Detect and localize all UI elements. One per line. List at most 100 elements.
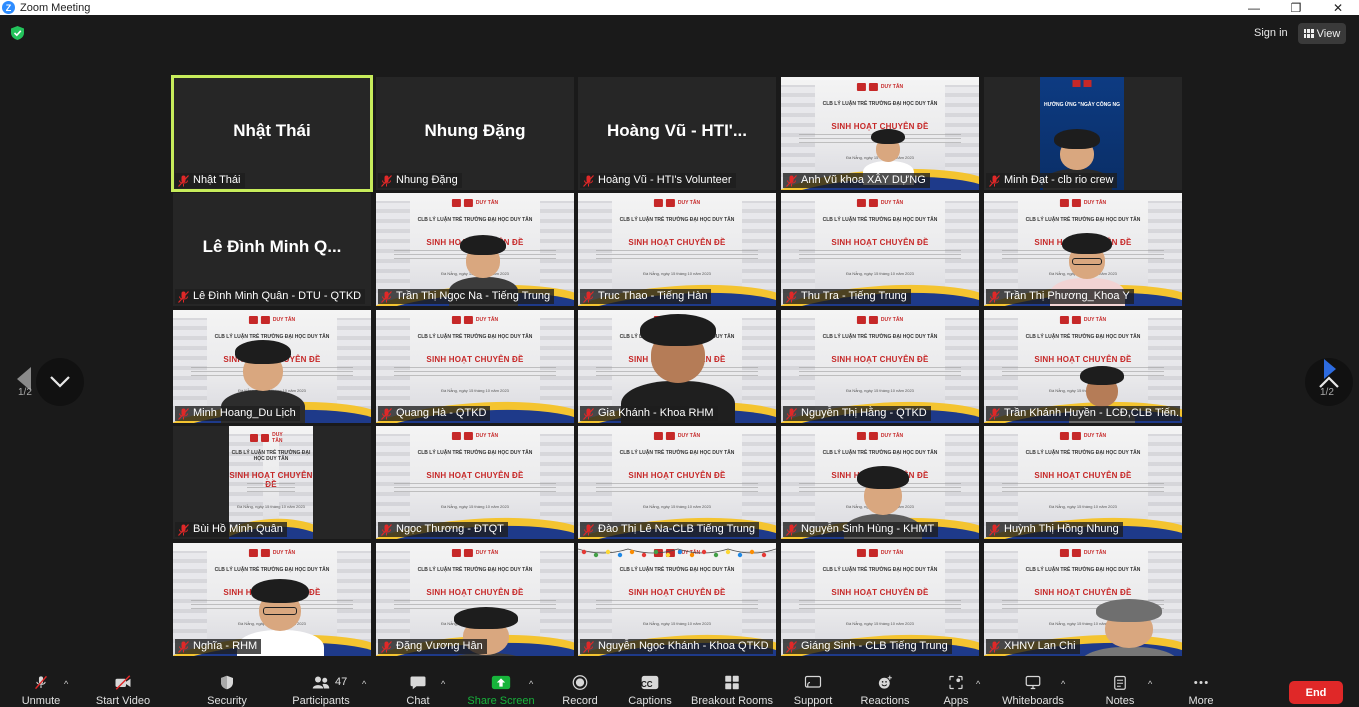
participant-tile[interactable]: DUY TÂNCLB LÝ LUẬN TRẺ TRƯỜNG ĐẠI HỌC DU…	[376, 426, 574, 539]
participant-tile[interactable]: DUY TÂNCLB LÝ LUẬN TRẺ TRƯỜNG ĐẠI HỌC DU…	[984, 543, 1182, 656]
participant-name-label: Huỳnh Thị Hồng Nhung	[986, 522, 1123, 537]
record-button[interactable]: Record	[558, 667, 602, 707]
participant-tile[interactable]: DUY TÂNCLB LÝ LUẬN TRẺ TRƯỜNG ĐẠI HỌC DU…	[578, 310, 776, 423]
slide-logo-text: DUY TÂN	[1083, 433, 1107, 439]
participant-tile[interactable]: Lê Đình Minh Q... Lê Đình Minh Quân - DTU…	[173, 193, 371, 306]
participant-tile[interactable]: Nhật Thái Nhật Thái	[171, 75, 373, 192]
page-indicator-left: 1/2	[18, 387, 32, 398]
chat-options-caret[interactable]: ^	[441, 679, 445, 689]
participant-name: Trần Thị Phương_Khoa Y	[1004, 290, 1130, 302]
slide-title: SINH HOẠT CHUYÊN ĐỀ	[831, 238, 929, 247]
apps-button[interactable]: Apps	[938, 667, 974, 707]
participant-tile[interactable]: DUY TÂNCLB LÝ LUẬN TRẺ TRƯỜNG ĐẠI HỌC DU…	[781, 193, 979, 306]
mic-muted-icon	[178, 290, 189, 303]
participant-name: Nguyễn Sinh Hùng - KHMT	[801, 523, 935, 535]
participant-tile[interactable]: DUY TÂNCLB LÝ LUẬN TRẺ TRƯỜNG ĐẠI HỌC DU…	[984, 310, 1182, 423]
audio-options-caret[interactable]: ^	[64, 679, 68, 689]
participant-tile[interactable]: DUY TÂNCLB LÝ LUẬN TRẺ TRƯỜNG ĐẠI HỌC DU…	[578, 193, 776, 306]
apps-options-caret[interactable]: ^	[976, 679, 980, 689]
participant-name-label: Minh Đạt - clb rio crew	[986, 173, 1118, 188]
participant-tile[interactable]: DUY TÂNCLB LÝ LUẬN TRẺ TRƯỜNG ĐẠI HỌC DU…	[781, 426, 979, 539]
slide-logo: DUY TÂN	[248, 549, 295, 557]
breakout-rooms-button[interactable]: Breakout Rooms	[691, 667, 773, 707]
participant-tile[interactable]: Hoàng Vũ - HTI'... Hoàng Vũ - HTI's Volun…	[578, 77, 776, 190]
notes-options-caret[interactable]: ^	[1148, 679, 1152, 689]
slide-line-1: CLB LÝ LUẬN TRẺ TRƯỜNG ĐẠI HỌC DUY TÂN	[231, 450, 311, 462]
participant-tile[interactable]: DUY TÂNCLB LÝ LUẬN TRẺ TRƯỜNG ĐẠI HỌC DU…	[984, 193, 1182, 306]
mic-muted-icon	[989, 174, 1000, 187]
slide-logo-text: DUY TÂN	[475, 317, 499, 323]
participant-name: Truc Thao - Tiếng Hàn	[598, 290, 708, 302]
participant-name-label: Nguyễn Sinh Hùng - KHMT	[783, 522, 939, 537]
chat-button[interactable]: Chat	[398, 667, 438, 707]
encryption-shield-icon[interactable]	[11, 26, 24, 40]
end-meeting-button[interactable]: End	[1289, 681, 1343, 704]
participant-tile[interactable]: DUY TÂNCLB LÝ LUẬN TRẺ TRƯỜNG ĐẠI HỌC DU…	[173, 543, 371, 656]
participant-tile[interactable]: DUY TÂNCLB LÝ LUẬN TRẺ TRƯỜNG ĐẠI HỌC DU…	[781, 77, 979, 190]
sign-in-button[interactable]: Sign in	[1249, 24, 1293, 42]
participant-name-label: Thu Tra - Tiếng Trung	[783, 289, 911, 304]
mic-muted-icon	[178, 523, 189, 536]
participant-tile[interactable]: DUY TÂNCLB LÝ LUẬN TRẺ TRƯỜNG ĐẠI HỌC DU…	[376, 193, 574, 306]
captions-label: Captions	[628, 695, 672, 707]
participant-tile[interactable]: HƯỞNG ỨNG "NGÀY CÔNG NG Minh Đạt - clb ri…	[984, 77, 1182, 190]
ellipsis-icon	[1194, 681, 1208, 684]
mic-muted-icon	[786, 174, 797, 187]
slide-logo: DUY TÂN	[1059, 316, 1106, 324]
chat-bubble-icon	[410, 676, 426, 690]
minimize-button[interactable]: —	[1233, 0, 1275, 15]
mic-muted-icon	[381, 407, 392, 420]
shield-icon	[221, 675, 233, 690]
slide-logo: DUY TÂN	[856, 432, 903, 440]
share-screen-button[interactable]: Share Screen	[466, 667, 536, 707]
slide-title: SINH HOẠT CHUYÊN ĐỀ	[628, 471, 726, 480]
slide-line-1: CLB LÝ LUẬN TRẺ TRƯỜNG ĐẠI HỌC DUY TÂN	[1025, 567, 1141, 573]
participant-tile[interactable]: DUY TÂNCLB LÝ LUẬN TRẺ TRƯỜNG ĐẠI HỌC DU…	[781, 310, 979, 423]
mic-muted-icon	[583, 290, 594, 303]
slide-title: SINH HOẠT CHUYÊN ĐỀ	[831, 355, 929, 364]
participants-count: 47	[335, 676, 348, 688]
participant-tile[interactable]: Nhung Đặng Nhung Đặng	[376, 77, 574, 190]
whiteboards-button[interactable]: Whiteboards	[1000, 667, 1066, 707]
participant-tile[interactable]: DUY TÂNCLB LÝ LUẬN TRẺ TRƯỜNG ĐẠI HỌC DU…	[578, 426, 776, 539]
close-window-button[interactable]: ✕	[1317, 0, 1359, 15]
participant-tile[interactable]: DUY TÂNCLB LÝ LUẬN TRẺ TRƯỜNG ĐẠI HỌC DU…	[984, 426, 1182, 539]
participant-name-placeholder: Nhật Thái	[233, 121, 311, 140]
participant-tile[interactable]: DUY TÂNCLB LÝ LUẬN TRẺ TRƯỜNG ĐẠI HỌC DU…	[781, 543, 979, 656]
meeting-toolbar: Unmute ^ Start Video Security Participan…	[0, 667, 1359, 707]
participant-name-placeholder: Hoàng Vũ - HTI'...	[606, 121, 748, 140]
participant-tile[interactable]: DUY TÂNCLB LÝ LUẬN TRẺ TRƯỜNG ĐẠI HỌC DU…	[173, 310, 371, 423]
participant-name: Gia Khánh - Khoa RHM	[598, 407, 714, 419]
view-button[interactable]: View	[1298, 23, 1346, 44]
notes-button[interactable]: Notes	[1100, 667, 1140, 707]
participant-tile[interactable]: DUY TÂN CLB LÝ LUẬN TRẺ TRƯỜNG ĐẠI HỌC DU…	[173, 426, 371, 539]
participant-name-label: Giáng Sinh - CLB Tiếng Trung	[783, 639, 952, 654]
apps-icon	[949, 675, 963, 690]
participants-options-caret[interactable]: ^	[362, 679, 366, 689]
maximize-button[interactable]: ❐	[1275, 0, 1317, 15]
participant-name-label: Minh Hoang_Du Lịch	[175, 406, 300, 421]
more-label: More	[1188, 695, 1214, 707]
participant-tile[interactable]: DUY TÂNCLB LÝ LUẬN TRẺ TRƯỜNG ĐẠI HỌC DU…	[578, 543, 776, 656]
participant-video	[621, 314, 735, 423]
participant-name-label: Đào Thị Lê Na-CLB Tiếng Trung	[580, 522, 759, 537]
support-button[interactable]: Support	[790, 667, 836, 707]
participant-name-label: Gia Khánh - Khoa RHM	[580, 406, 718, 421]
participant-video	[862, 129, 914, 185]
whiteboards-options-caret[interactable]: ^	[1061, 679, 1065, 689]
start-video-button[interactable]: Start Video	[92, 667, 154, 707]
previous-page-button[interactable]	[36, 358, 84, 406]
more-button[interactable]: More	[1182, 667, 1220, 707]
share-screen-label: Share Screen	[467, 695, 535, 707]
participant-tile[interactable]: DUY TÂNCLB LÝ LUẬN TRẺ TRƯỜNG ĐẠI HỌC DU…	[376, 543, 574, 656]
grid-icon	[725, 675, 739, 690]
reactions-button[interactable]: Reactions	[858, 667, 912, 707]
participant-tile[interactable]: DUY TÂNCLB LÝ LUẬN TRẺ TRƯỜNG ĐẠI HỌC DU…	[376, 310, 574, 423]
security-button[interactable]: Security	[204, 667, 250, 707]
unmute-button[interactable]: Unmute	[18, 667, 64, 707]
slide-title: SINH HOẠT CHUYÊN ĐỀ	[628, 238, 726, 247]
slide-logo: DUY TÂN	[250, 432, 292, 444]
participant-name: Nhật Thái	[193, 174, 241, 186]
slide-logo: DUY TÂN	[653, 199, 700, 207]
share-options-caret[interactable]: ^	[529, 679, 533, 689]
